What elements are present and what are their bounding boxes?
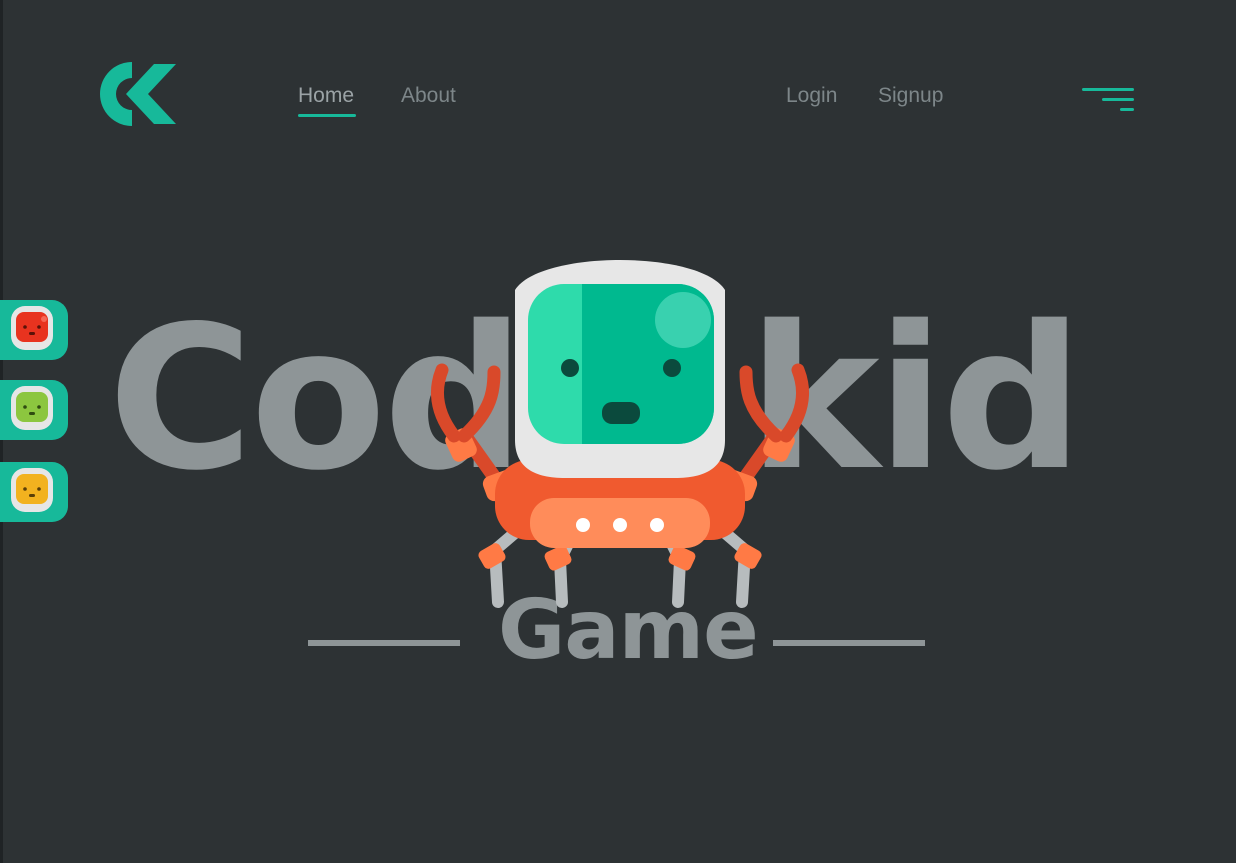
character-tab-yellow[interactable] <box>0 462 68 522</box>
yellow-robot-avatar-icon <box>11 468 53 512</box>
nav-home-link[interactable]: Home <box>298 84 354 108</box>
nav-active-underline <box>298 114 356 117</box>
subtitle-rule-right <box>773 640 925 646</box>
red-robot-avatar-icon <box>11 306 53 350</box>
character-tab-green[interactable] <box>0 380 68 440</box>
nav-about-link[interactable]: About <box>401 84 456 108</box>
character-tab-red[interactable] <box>0 300 68 360</box>
robot-crab-mascot-icon <box>430 260 810 608</box>
ck-logo-icon[interactable] <box>92 58 184 130</box>
signup-link[interactable]: Signup <box>878 84 943 108</box>
subtitle-rule-left <box>308 640 460 646</box>
green-robot-avatar-icon <box>11 386 53 430</box>
login-link[interactable]: Login <box>786 84 837 108</box>
hamburger-menu-icon[interactable] <box>1080 86 1136 116</box>
